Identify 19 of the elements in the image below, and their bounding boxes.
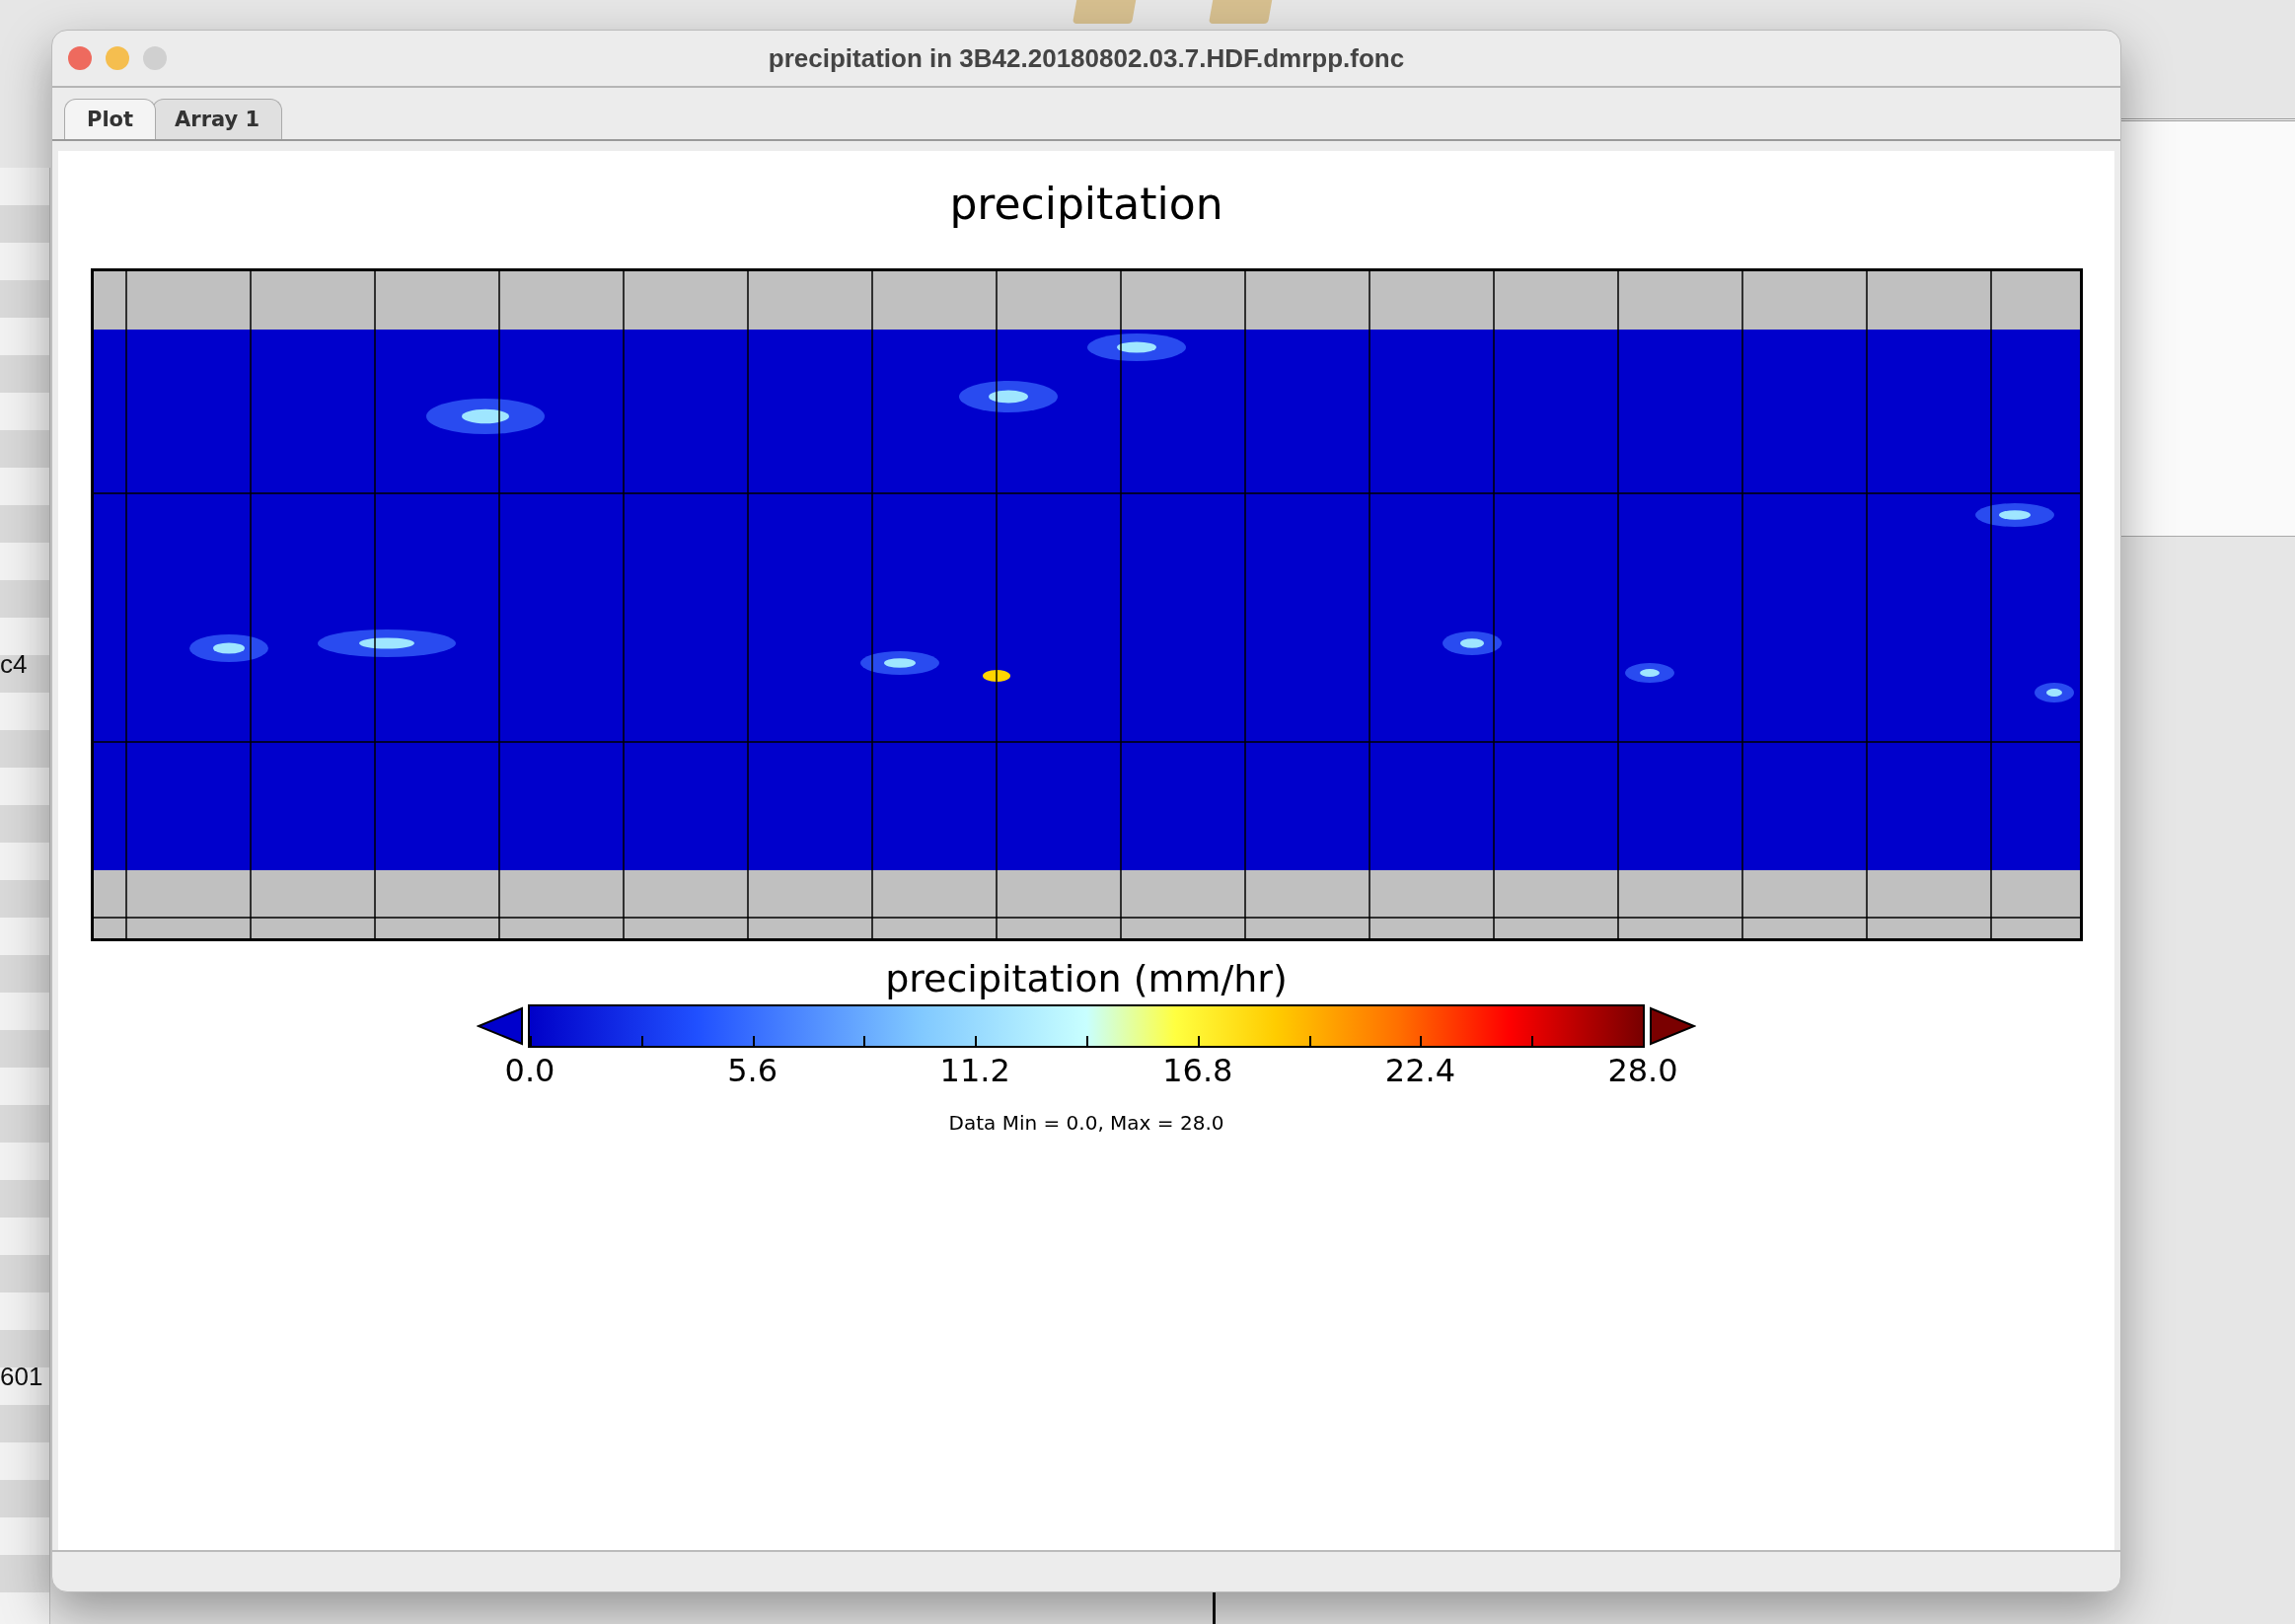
data-range-note: Data Min = 0.0, Max = 28.0 — [948, 1111, 1224, 1135]
colorbar-title: precipitation (mm/hr) — [885, 957, 1288, 1000]
colorbar-tick-label: 0.0 — [504, 1052, 555, 1089]
zoom-icon[interactable] — [143, 46, 167, 70]
colorbar-tick-label: 11.2 — [939, 1052, 1010, 1089]
background-text: c4 — [0, 649, 28, 680]
right-arrow-icon — [1649, 1006, 1696, 1046]
plot-title: precipitation — [949, 179, 1223, 229]
left-arrow-icon — [477, 1006, 524, 1046]
close-icon[interactable] — [68, 46, 92, 70]
tab[interactable]: Plot — [64, 99, 157, 139]
window-title: precipitation in 3B42.20180802.03.7.HDF.dmrpp.fonc — [768, 42, 1405, 74]
tab[interactable]: Array 1 — [152, 99, 283, 139]
colorbar-tick-label: 28.0 — [1607, 1052, 1678, 1089]
colorbar-tick-label: 5.6 — [727, 1052, 778, 1089]
colorbar-tick-label: 22.4 — [1384, 1052, 1455, 1089]
background-text: 601 — [0, 1362, 43, 1392]
colorbar-tick-label: 16.8 — [1162, 1052, 1233, 1089]
minimize-icon[interactable] — [106, 46, 129, 70]
